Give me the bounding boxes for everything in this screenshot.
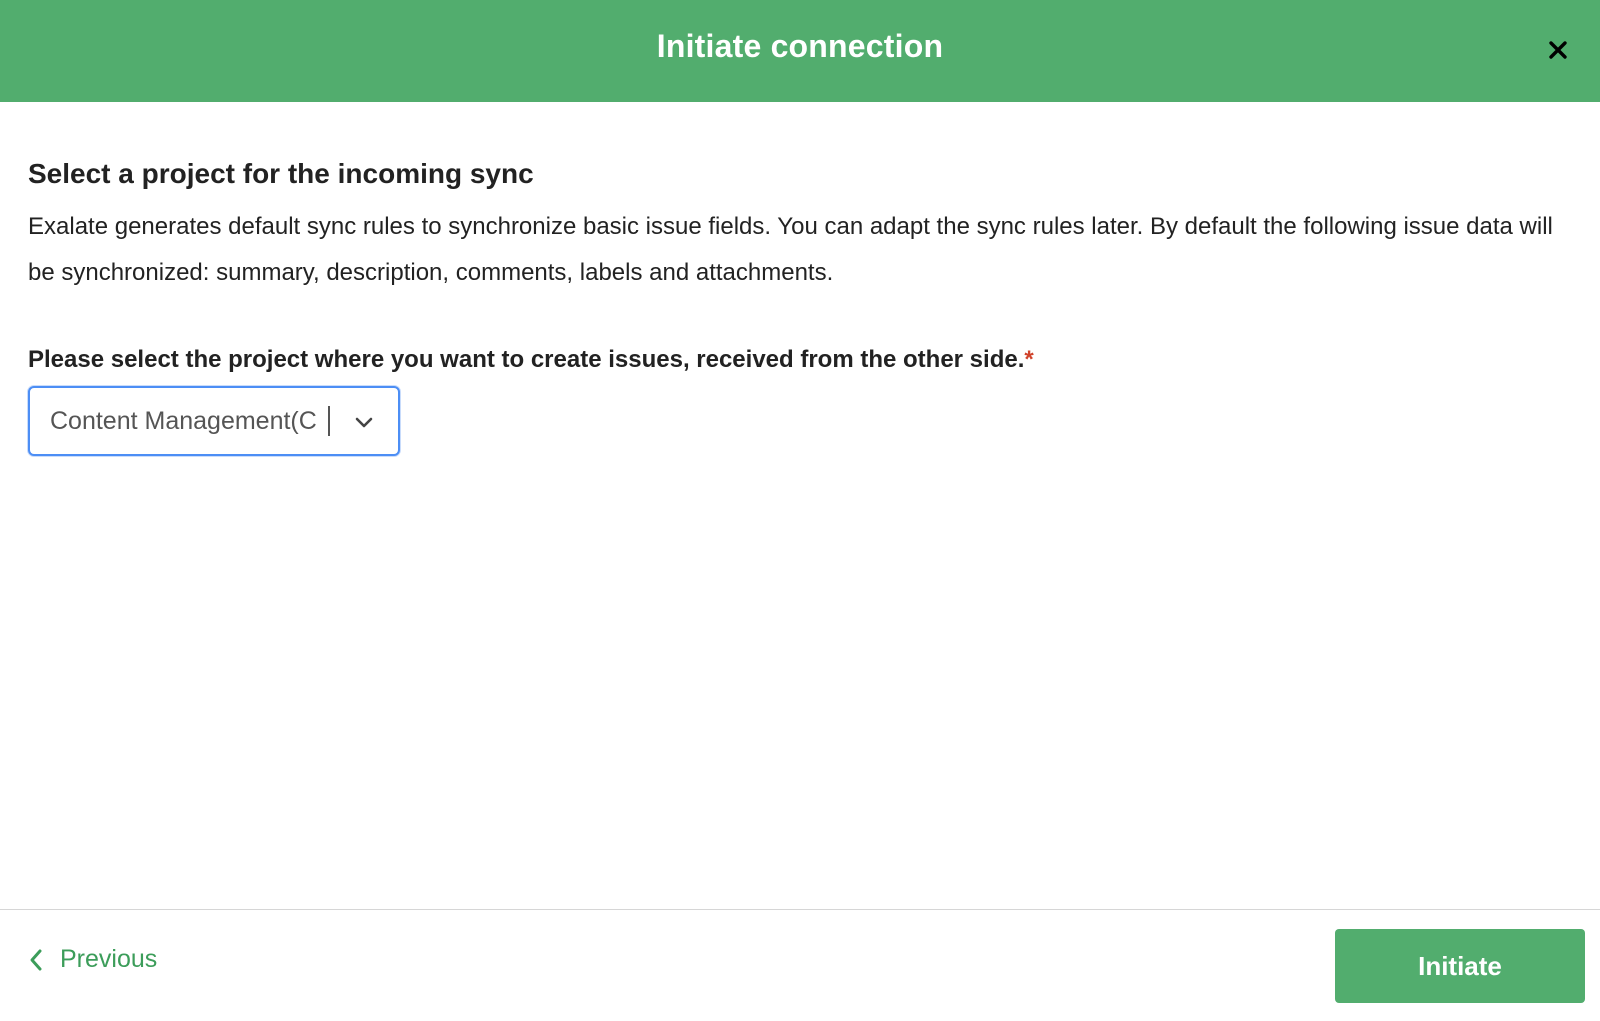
chevron-left-icon (30, 949, 42, 970)
sync-description: Exalate generates default sync rules to … (28, 213, 1553, 286)
text-cursor (328, 406, 330, 436)
required-marker: * (1024, 346, 1034, 373)
initiate-connection-dialog: Initiate connection Select a project for… (0, 0, 1600, 1021)
project-select-value: Content Management(C (50, 406, 317, 435)
close-button[interactable] (1544, 36, 1572, 64)
previous-button[interactable]: Previous (28, 945, 157, 974)
footer-divider (0, 909, 1600, 910)
chevron-down-icon[interactable] (352, 410, 376, 434)
dialog-body: Select a project for the incoming sync E… (28, 150, 1568, 456)
dialog-header: Initiate connection (0, 0, 1600, 102)
section-title: Select a project for the incoming sync (28, 158, 534, 189)
project-field-label-text: Please select the project where you want… (28, 346, 1025, 373)
project-select[interactable]: Content Management(C (28, 386, 400, 456)
previous-button-label: Previous (60, 945, 158, 973)
dialog-title: Initiate connection (656, 27, 944, 64)
close-icon (1549, 41, 1567, 59)
initiate-button[interactable]: Initiate (1335, 929, 1585, 1003)
project-field-label: Please select the project where you want… (28, 336, 1568, 384)
